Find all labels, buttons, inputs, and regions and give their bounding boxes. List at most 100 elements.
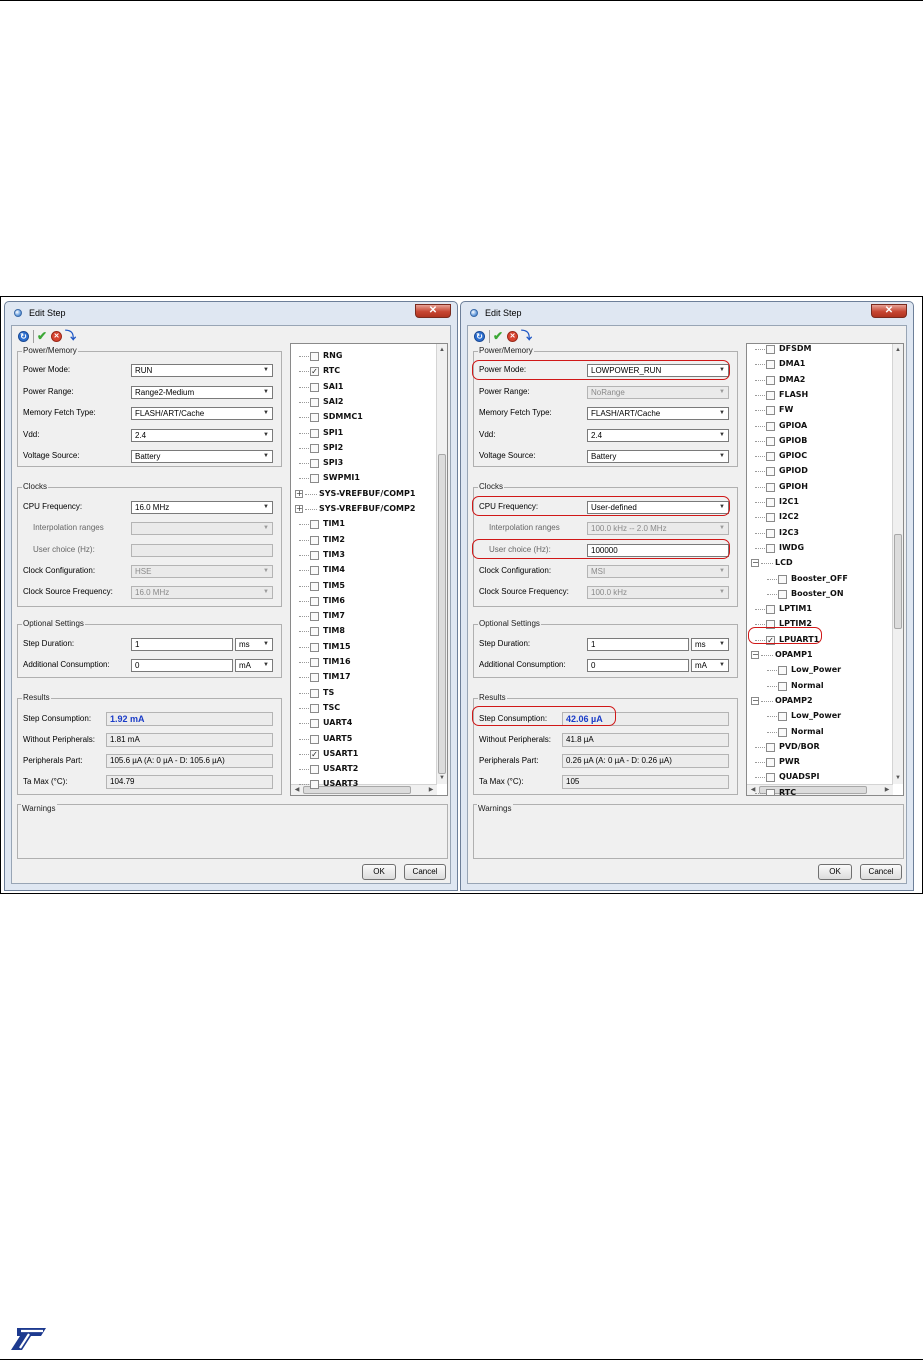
tree-item[interactable]: GPIOD	[747, 464, 893, 478]
tree-item[interactable]: SDMMC1	[291, 410, 437, 424]
expand-icon[interactable]: +	[295, 505, 303, 513]
title-bar[interactable]: Edit Step ✕	[5, 302, 457, 324]
checkbox[interactable]	[766, 360, 775, 370]
refresh-icon[interactable]: ↻	[474, 331, 485, 342]
power-range-select[interactable]: Range2-Medium ▼	[131, 386, 273, 399]
scroll-down-icon[interactable]: ▼	[894, 774, 902, 782]
checkbox[interactable]	[310, 658, 319, 667]
tree-item[interactable]: IWDG	[747, 541, 893, 555]
power-mode-select[interactable]: LOWPOWER_RUN ▼	[587, 364, 729, 377]
tree-item[interactable]: TIM5	[291, 579, 437, 593]
tree-item[interactable]: GPIOH	[747, 480, 893, 494]
tree-item[interactable]: ✓ USART1	[291, 747, 437, 761]
tree-item[interactable]: DMA1	[747, 357, 893, 371]
ok-button[interactable]: OK	[818, 864, 852, 880]
tree-item[interactable]: Booster_OFF	[747, 572, 893, 586]
tree-item[interactable]: ✓ RTC	[291, 364, 437, 378]
tree-item[interactable]: TIM15	[291, 640, 437, 654]
checkbox[interactable]	[310, 642, 319, 652]
checkbox[interactable]	[310, 520, 319, 530]
tree-item[interactable]: TIM3	[291, 548, 437, 562]
checkbox[interactable]	[310, 535, 319, 545]
cancel-icon[interactable]: ✕	[507, 331, 518, 342]
clock-source-frequency-select[interactable]: 100.0 kHz ▼	[587, 586, 729, 599]
memory-fetch-select[interactable]: FLASH/ART/Cache ▼	[131, 407, 273, 420]
checkbox[interactable]	[778, 681, 787, 691]
tree-item[interactable]: TIM8	[291, 624, 437, 638]
ok-button[interactable]: OK	[362, 864, 396, 880]
tree-item[interactable]: SAI2	[291, 395, 437, 409]
tree-vertical-scrollbar[interactable]: ▲ ▼	[436, 344, 447, 784]
clock-configuration-select[interactable]: MSI ▼	[587, 565, 729, 578]
additional-consumption-unit-select[interactable]: mA ▼	[691, 659, 729, 672]
tree-item[interactable]: I2C3	[747, 526, 893, 540]
checkbox[interactable]	[310, 703, 319, 713]
tree-item[interactable]: UART5	[291, 732, 437, 746]
tree-item[interactable]: FLASH	[747, 388, 893, 402]
voltage-source-select[interactable]: Battery ▼	[587, 450, 729, 463]
collapse-icon[interactable]: −	[751, 559, 759, 568]
tree-item[interactable]: PWR	[747, 755, 893, 769]
checkbox[interactable]	[310, 596, 319, 606]
tree-item[interactable]: I2C1	[747, 495, 893, 509]
tree-item[interactable]: USART3	[291, 777, 437, 791]
tree-item[interactable]: FW	[747, 403, 893, 417]
clock-source-frequency-select[interactable]: 16.0 MHz ▼	[131, 586, 273, 599]
step-duration-input[interactable]: 1	[587, 638, 689, 651]
voltage-source-select[interactable]: Battery ▼	[131, 450, 273, 463]
checkbox[interactable]	[766, 620, 775, 630]
tree-item[interactable]: GPIOB	[747, 434, 893, 448]
tree-item[interactable]: − OPAMP2	[747, 694, 893, 708]
checkbox[interactable]	[766, 773, 775, 783]
scroll-thumb[interactable]	[894, 534, 902, 629]
cpu-frequency-select[interactable]: User-defined ▼	[587, 501, 729, 514]
checkbox[interactable]	[766, 375, 775, 385]
tree-item[interactable]: + SYS-VREFBUF/COMP1	[291, 487, 437, 501]
vdd-select[interactable]: 2.4 ▼	[131, 429, 273, 442]
tree-item[interactable]: TSC	[291, 701, 437, 715]
tree-item[interactable]: TIM2	[291, 533, 437, 547]
checkbox[interactable]	[310, 765, 319, 775]
close-button[interactable]: ✕	[415, 304, 451, 318]
check-icon[interactable]: ✔	[37, 330, 48, 342]
checkbox[interactable]	[778, 574, 787, 584]
scroll-up-icon[interactable]: ▲	[438, 346, 446, 354]
tree-item[interactable]: − LCD	[747, 556, 893, 570]
user-choice-input[interactable]: 100000	[587, 544, 729, 557]
checkbox[interactable]	[310, 352, 319, 361]
checkbox[interactable]	[310, 474, 319, 484]
checkbox[interactable]	[310, 428, 319, 438]
cpu-frequency-select[interactable]: 16.0 MHz ▼	[131, 501, 273, 514]
checkbox[interactable]	[766, 482, 775, 492]
checkbox[interactable]	[766, 788, 775, 795]
clock-configuration-select[interactable]: HSE ▼	[131, 565, 273, 578]
checkbox-checked[interactable]: ✓	[766, 635, 775, 645]
tree-item[interactable]: RNG	[291, 349, 437, 363]
checkbox[interactable]	[766, 513, 775, 523]
scroll-thumb[interactable]	[438, 454, 446, 774]
checkbox[interactable]	[310, 550, 319, 560]
tree-item[interactable]: TIM17	[291, 670, 437, 684]
expand-icon[interactable]: +	[295, 489, 303, 498]
title-bar[interactable]: Edit Step ✕	[461, 302, 913, 324]
checkbox[interactable]	[766, 406, 775, 416]
checkbox[interactable]	[766, 436, 775, 446]
tree-item[interactable]: I2C2	[747, 510, 893, 524]
tree-item[interactable]: SPI2	[291, 441, 437, 455]
tree-item[interactable]: DMA2	[747, 373, 893, 387]
tree-vertical-scrollbar[interactable]: ▲ ▼	[892, 344, 903, 784]
checkbox[interactable]	[310, 459, 319, 469]
tree-item[interactable]: GPIOC	[747, 449, 893, 463]
checkbox[interactable]	[310, 581, 319, 591]
checkbox[interactable]	[310, 566, 319, 576]
tree-item[interactable]: Booster_ON	[747, 587, 893, 601]
tree-item[interactable]: TIM16	[291, 655, 437, 669]
checkbox-checked[interactable]: ✓	[310, 367, 319, 377]
checkbox[interactable]	[310, 612, 319, 622]
power-mode-select[interactable]: RUN ▼	[131, 364, 273, 377]
checkbox[interactable]	[778, 712, 787, 722]
tree-item[interactable]: PVD/BOR	[747, 740, 893, 754]
scroll-up-icon[interactable]: ▲	[894, 346, 902, 354]
tree-item[interactable]: TIM7	[291, 609, 437, 623]
tree-item[interactable]: SPI1	[291, 426, 437, 440]
